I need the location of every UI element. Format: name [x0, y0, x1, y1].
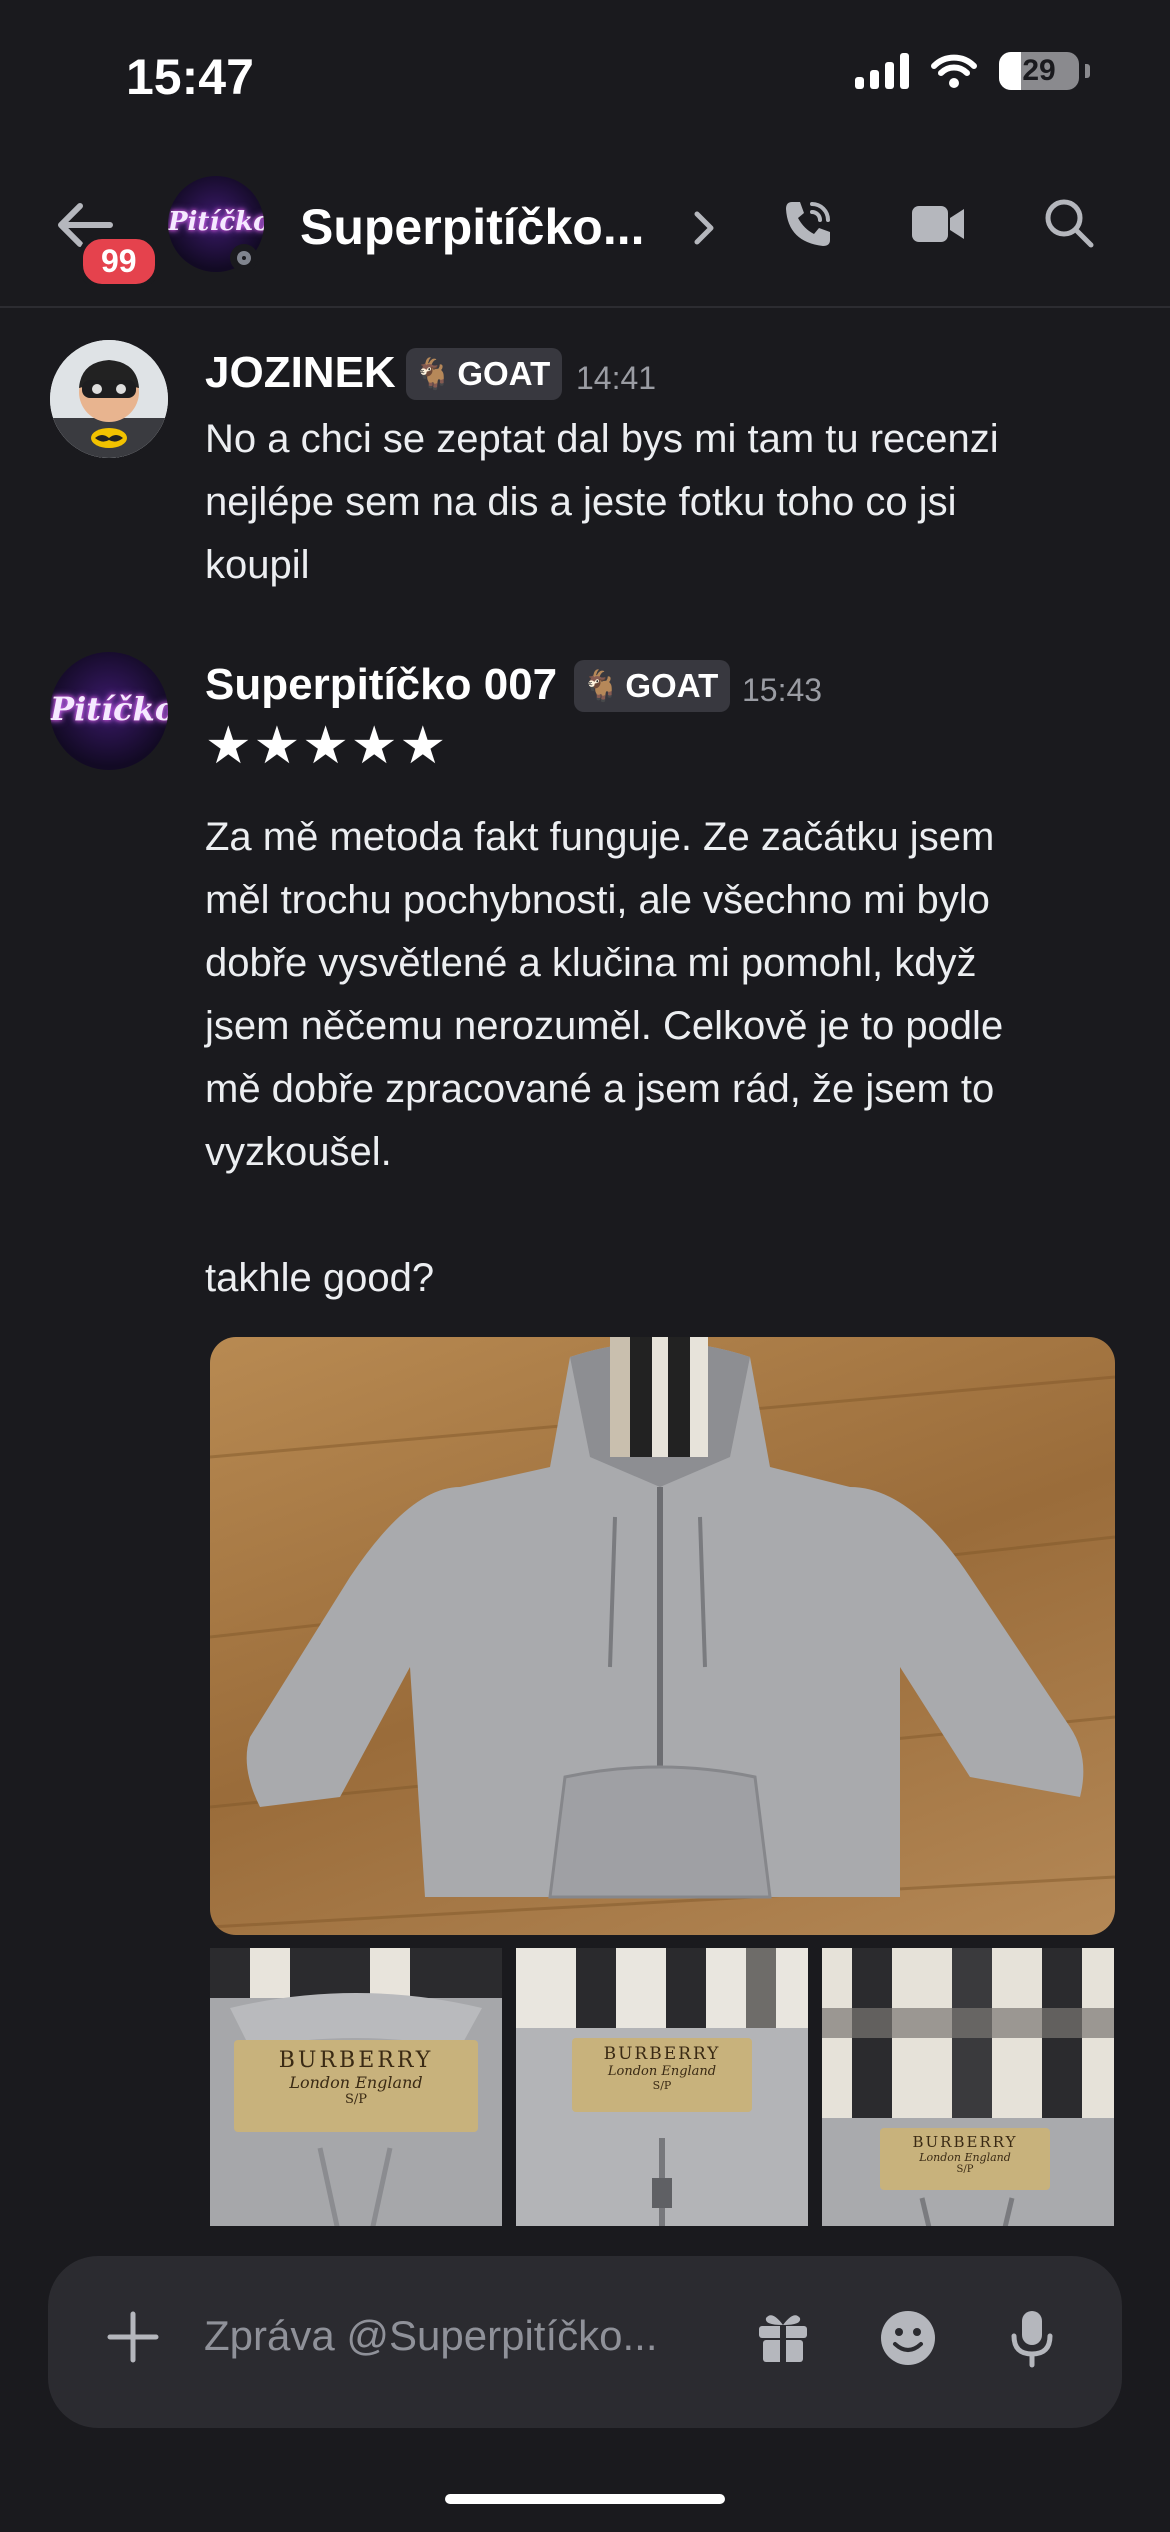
avatar-logo-text: Pitíčko [168, 206, 264, 237]
label-photo-3[interactable]: BURBERRY London England S/P [822, 1948, 1114, 2240]
label-origin: London England [289, 2073, 423, 2092]
message-timestamp: 14:41 [576, 360, 657, 396]
role-tag-label: GOAT [625, 667, 719, 704]
label-brand: BURBERRY [912, 2133, 1018, 2151]
brand-label: BURBERRY London England S/P [234, 2040, 478, 2132]
message-text: Za mě metoda fakt funguje. Ze začátku js… [205, 815, 1004, 1300]
goat-icon: 🐐 [582, 669, 620, 703]
gift-icon[interactable] [754, 2308, 812, 2366]
unread-badge: 99 [78, 234, 160, 289]
label-origin: London England [919, 2151, 1011, 2164]
battery-tip [1085, 64, 1090, 78]
label-brand: BURBERRY [278, 2048, 434, 2073]
offline-status-icon [230, 244, 258, 272]
emoji-icon[interactable] [878, 2308, 938, 2368]
message-text: No a chci se zeptat dal bys mi tam tu re… [205, 417, 999, 587]
plus-icon[interactable] [106, 2310, 160, 2364]
role-tag-label: GOAT [457, 355, 551, 392]
battery-level: 29 [1022, 54, 1056, 87]
cellular-signal-icon [855, 53, 909, 89]
microphone-icon[interactable] [1010, 2308, 1054, 2368]
avatar-logo-text: Pitíčko [50, 689, 168, 728]
burberry-hood-lining-closeup [822, 1948, 1114, 2240]
star-rating: ★★★★★ [205, 717, 449, 775]
role-tag[interactable]: 🐐 GOAT [574, 660, 731, 712]
video-camera-icon[interactable] [910, 200, 966, 248]
author-name[interactable]: Superpitíčko 007 [205, 660, 557, 710]
chat-header: 99 Pitíčko Superpitíčko... [0, 170, 1170, 308]
user-avatar[interactable]: Pitíčko [50, 652, 168, 770]
home-indicator[interactable] [445, 2494, 725, 2504]
hoodie-photo-attachment[interactable] [210, 1337, 1115, 1935]
goat-icon: 🐐 [414, 357, 452, 391]
chevron-right-icon[interactable] [692, 208, 716, 248]
brand-label: BURBERRY London England S/P [880, 2128, 1050, 2190]
label-size: S/P [652, 2079, 672, 2092]
label-brand: BURBERRY [603, 2044, 721, 2064]
user-avatar[interactable] [50, 340, 168, 458]
brand-label: BURBERRY London England S/P [572, 2038, 752, 2112]
phone-call-icon[interactable] [780, 196, 836, 252]
grey-zip-hoodie-photo [210, 1337, 1115, 1929]
avatar-batman-kid-image [50, 340, 168, 458]
message-timestamp: 15:43 [742, 672, 823, 708]
role-tag[interactable]: 🐐 GOAT [406, 348, 563, 400]
search-icon[interactable] [1042, 196, 1096, 250]
status-time: 15:47 [126, 49, 254, 105]
label-size: S/P [956, 2164, 974, 2175]
message-composer: Zpráva @Superpitíčko... [48, 2256, 1122, 2428]
message-input[interactable]: Zpráva @Superpitíčko... [204, 2312, 658, 2360]
wifi-icon [931, 54, 977, 88]
status-icons: 29 [855, 52, 1090, 90]
label-size: S/P [344, 2092, 368, 2107]
label-origin: London England [607, 2064, 717, 2079]
label-photo-2[interactable]: BURBERRY London England S/P [516, 1948, 808, 2240]
channel-name[interactable]: Superpitíčko... [300, 198, 645, 256]
battery-icon: 29 [999, 52, 1079, 90]
label-photo-1[interactable]: BURBERRY London England S/P [210, 1948, 502, 2240]
author-name[interactable]: JOZINEK [205, 348, 396, 398]
